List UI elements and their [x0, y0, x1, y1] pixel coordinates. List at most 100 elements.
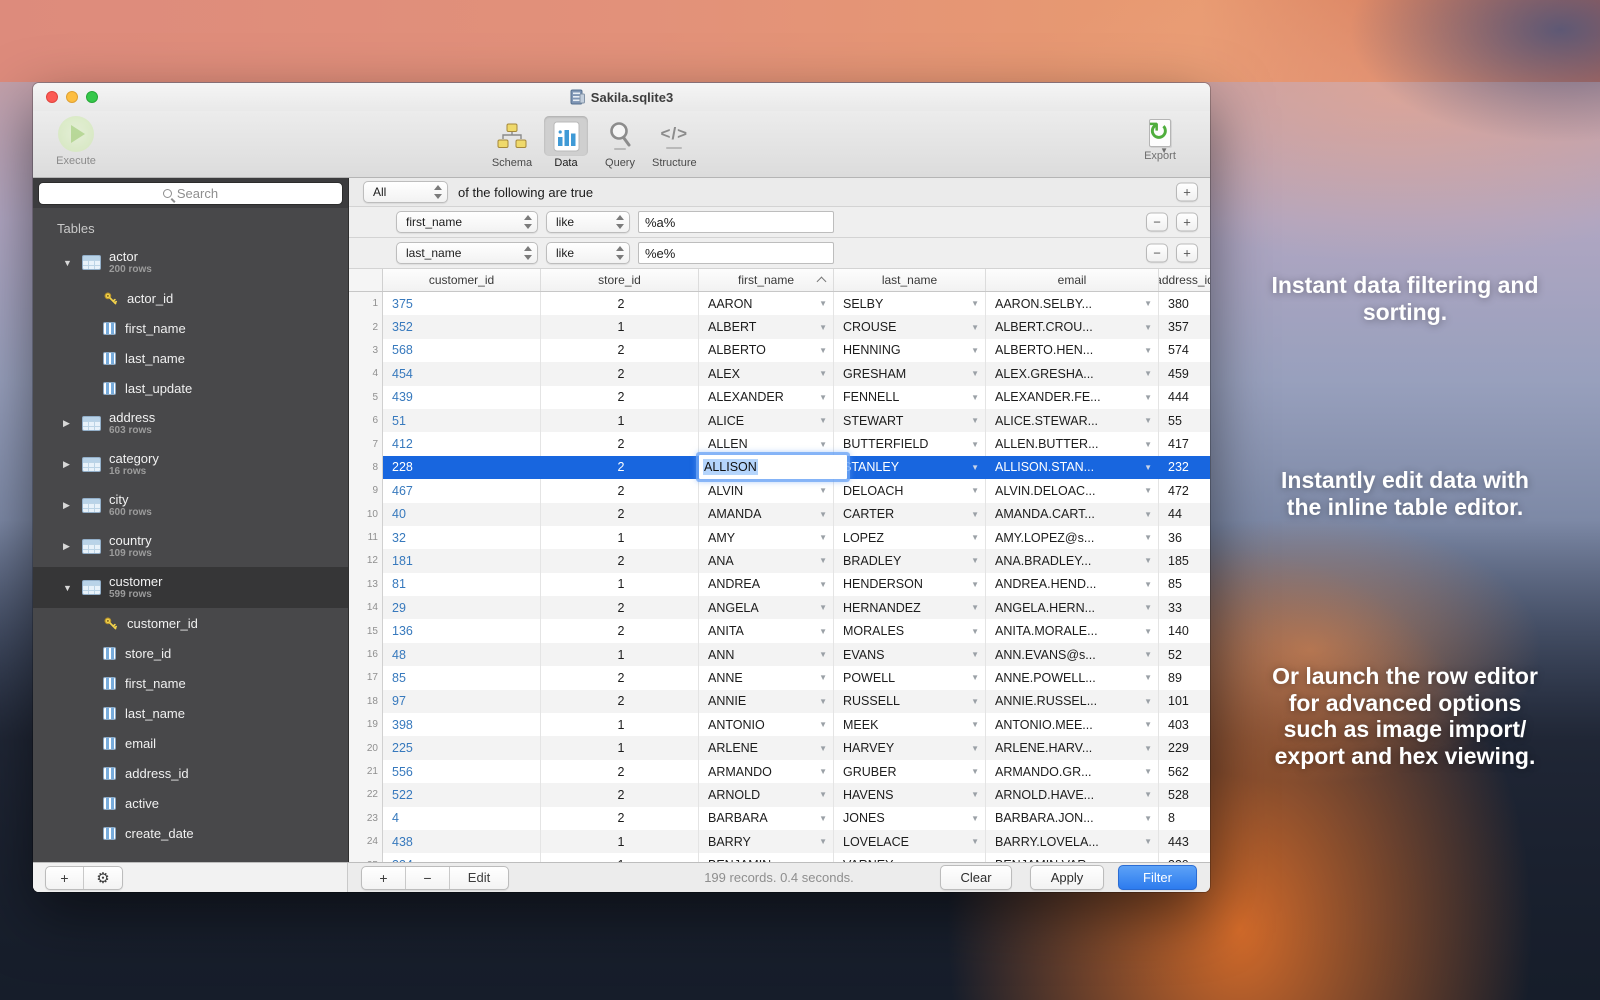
filter-value-input[interactable] — [638, 211, 834, 233]
disclosure-triangle-icon[interactable]: ▶ — [63, 418, 74, 429]
dropdown-arrow-icon[interactable]: ▼ — [815, 580, 827, 589]
cell-email[interactable]: ARNOLD.HAVE...▼ — [986, 783, 1159, 806]
table-row[interactable]: 121812ANA▼BRADLEY▼ANA.BRADLEY...▼185 — [349, 549, 1210, 572]
cell-address_id[interactable]: 357 — [1159, 315, 1210, 338]
sidebar-column-actor_id[interactable]: actor_id — [33, 283, 348, 313]
sidebar-table-city[interactable]: ▶city600 rows — [33, 485, 348, 526]
cell-first_name[interactable]: ALBERT▼ — [699, 315, 834, 338]
add-table-button[interactable]: + — [46, 867, 84, 889]
search-input[interactable]: Search — [38, 182, 343, 205]
cell-customer_id[interactable]: 438 — [383, 830, 541, 853]
cell-store_id[interactable]: 1 — [541, 736, 699, 759]
column-header-email[interactable]: email — [986, 269, 1159, 291]
add-filter-button[interactable]: + — [1176, 213, 1198, 232]
add-row-button[interactable]: + — [362, 867, 406, 889]
dropdown-arrow-icon[interactable]: ▼ — [815, 510, 827, 519]
dropdown-arrow-icon[interactable]: ▼ — [1140, 650, 1152, 659]
cell-first_name[interactable]: AARON▼ — [699, 292, 834, 315]
dropdown-arrow-icon[interactable]: ▼ — [967, 580, 979, 589]
sidebar-table-customer[interactable]: ▼customer599 rows — [33, 567, 348, 608]
cell-first_name[interactable]: ARMANDO▼ — [699, 760, 834, 783]
cell-address_id[interactable]: 185 — [1159, 549, 1210, 572]
sidebar-column-last_name[interactable]: last_name — [33, 343, 348, 373]
data-button[interactable]: Data — [544, 116, 588, 169]
cell-first_name[interactable]: ALLEN▼ — [699, 432, 834, 455]
dropdown-arrow-icon[interactable]: ▼ — [967, 673, 979, 682]
cell-address_id[interactable]: 101 — [1159, 690, 1210, 713]
cell-address_id[interactable]: 44 — [1159, 503, 1210, 526]
sidebar-column-first_name[interactable]: first_name — [33, 668, 348, 698]
cell-first_name[interactable]: ANTONIO▼ — [699, 713, 834, 736]
structure-button[interactable]: </> Structure — [652, 116, 697, 169]
cell-store_id[interactable]: 2 — [541, 807, 699, 830]
cell-email[interactable]: ANGELA.HERN...▼ — [986, 596, 1159, 619]
cell-address_id[interactable]: 55 — [1159, 409, 1210, 432]
cell-email[interactable]: ALLEN.BUTTER...▼ — [986, 432, 1159, 455]
cell-address_id[interactable]: 443 — [1159, 830, 1210, 853]
dropdown-arrow-icon[interactable]: ▼ — [967, 790, 979, 799]
dropdown-arrow-icon[interactable]: ▼ — [967, 369, 979, 378]
cell-email[interactable]: ANITA.MORALE...▼ — [986, 619, 1159, 642]
cell-first_name[interactable]: ALICE▼ — [699, 409, 834, 432]
dropdown-arrow-icon[interactable]: ▼ — [815, 697, 827, 706]
column-header-address_id[interactable]: address_id — [1159, 269, 1210, 291]
sidebar-column-last_name[interactable]: last_name — [33, 698, 348, 728]
dropdown-arrow-icon[interactable]: ▼ — [815, 650, 827, 659]
dropdown-arrow-icon[interactable]: ▼ — [967, 720, 979, 729]
title-bar[interactable]: Sakila.sqlite3 — [33, 83, 1210, 111]
cell-last_name[interactable]: POWELL▼ — [834, 666, 986, 689]
table-row[interactable]: 193981ANTONIO▼MEEK▼ANTONIO.MEE...▼403 — [349, 713, 1210, 736]
sidebar-column-create_date[interactable]: create_date — [33, 818, 348, 848]
disclosure-triangle-icon[interactable]: ▶ — [63, 541, 74, 552]
cell-last_name[interactable]: HENNING▼ — [834, 339, 986, 362]
cell-last_name[interactable]: RUSSELL▼ — [834, 690, 986, 713]
dropdown-arrow-icon[interactable]: ▼ — [967, 463, 979, 472]
table-row[interactable]: 35682ALBERTO▼HENNING▼ALBERTO.HEN...▼574 — [349, 339, 1210, 362]
cell-customer_id[interactable]: 97 — [383, 690, 541, 713]
filter-value-input[interactable] — [638, 242, 834, 264]
column-header-store_id[interactable]: store_id — [541, 269, 699, 291]
dropdown-arrow-icon[interactable]: ▼ — [1140, 533, 1152, 542]
schema-button[interactable]: Schema — [490, 116, 534, 169]
dropdown-arrow-icon[interactable]: ▼ — [1140, 369, 1152, 378]
dropdown-arrow-icon[interactable]: ▼ — [1140, 744, 1152, 753]
cell-first_name[interactable]: ANA▼ — [699, 549, 834, 572]
cell-store_id[interactable]: 2 — [541, 596, 699, 619]
dropdown-arrow-icon[interactable]: ▼ — [1140, 767, 1152, 776]
column-header-first_name[interactable]: first_name — [699, 269, 834, 291]
cell-customer_id[interactable]: 439 — [383, 386, 541, 409]
cell-address_id[interactable]: 472 — [1159, 479, 1210, 502]
cell-email[interactable]: ALVIN.DELOAC...▼ — [986, 479, 1159, 502]
remove-filter-button[interactable]: − — [1146, 213, 1168, 232]
table-row[interactable]: 6511ALICE▼STEWART▼ALICE.STEWAR...▼55 — [349, 409, 1210, 432]
cell-last_name[interactable]: EVANS▼ — [834, 643, 986, 666]
cell-first_name[interactable]: ANGELA▼ — [699, 596, 834, 619]
disclosure-triangle-icon[interactable]: ▼ — [63, 583, 74, 593]
execute-button[interactable]: Execute — [47, 116, 105, 167]
cell-last_name[interactable]: LOPEZ▼ — [834, 526, 986, 549]
table-row[interactable]: 244381BARRY▼LOVELACE▼BARRY.LOVELA...▼443 — [349, 830, 1210, 853]
cell-address_id[interactable]: 85 — [1159, 573, 1210, 596]
cell-store_id[interactable]: 2 — [541, 456, 699, 479]
cell-customer_id[interactable]: 32 — [383, 526, 541, 549]
cell-first_name[interactable]: ALVIN▼ — [699, 479, 834, 502]
cell-customer_id[interactable]: 352 — [383, 315, 541, 338]
dropdown-arrow-icon[interactable]: ▼ — [967, 346, 979, 355]
dropdown-arrow-icon[interactable]: ▼ — [1140, 556, 1152, 565]
sidebar-column-store_id[interactable]: store_id — [33, 638, 348, 668]
remove-filter-button[interactable]: − — [1146, 244, 1168, 263]
cell-first_name[interactable]: AMANDA▼ — [699, 503, 834, 526]
cell-email[interactable]: ANNE.POWELL...▼ — [986, 666, 1159, 689]
cell-email[interactable]: AMY.LOPEZ@s...▼ — [986, 526, 1159, 549]
cell-last_name[interactable]: DELOACH▼ — [834, 479, 986, 502]
dropdown-arrow-icon[interactable]: ▼ — [815, 767, 827, 776]
cell-first_name[interactable]: ALBERTO▼ — [699, 339, 834, 362]
cell-address_id[interactable]: 52 — [1159, 643, 1210, 666]
cell-customer_id[interactable]: 228 — [383, 456, 541, 479]
table-row[interactable]: 18972ANNIE▼RUSSELL▼ANNIE.RUSSEL...▼101 — [349, 690, 1210, 713]
cell-last_name[interactable]: STANLEY▼ — [834, 456, 986, 479]
table-row[interactable]: 151362ANITA▼MORALES▼ANITA.MORALE...▼140 — [349, 619, 1210, 642]
cell-store_id[interactable]: 2 — [541, 503, 699, 526]
sidebar-table-country[interactable]: ▶country109 rows — [33, 526, 348, 567]
cell-first_name[interactable]: ANNIE▼ — [699, 690, 834, 713]
